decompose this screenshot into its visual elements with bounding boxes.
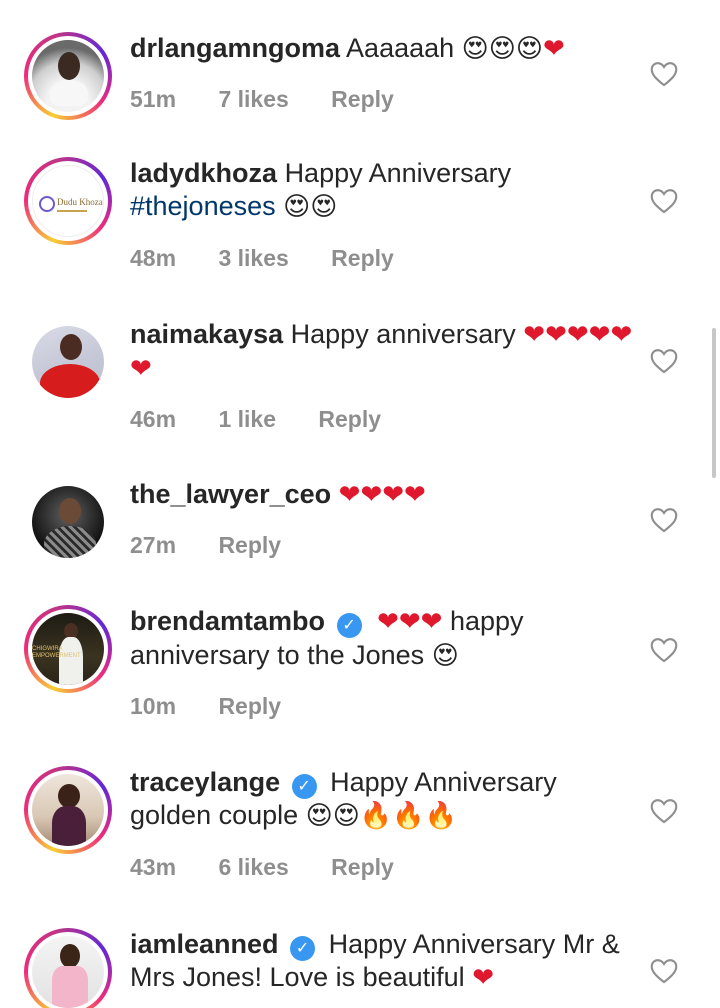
- emoji-sequence: 😍😍🔥🔥🔥: [305, 801, 458, 831]
- comment-username[interactable]: the_lawyer_ceo: [130, 479, 331, 509]
- emoji-sequence: 😍😍: [283, 192, 338, 222]
- emoji-sequence: ❤❤❤: [377, 607, 443, 637]
- comment-time: 27m: [130, 532, 177, 558]
- reply-button[interactable]: Reply: [331, 245, 394, 271]
- heart-outline-icon[interactable]: [650, 798, 678, 824]
- emoji-sequence: ❤: [472, 963, 494, 993]
- like-count[interactable]: 3 likes: [218, 245, 288, 271]
- comment-username[interactable]: iamleanned: [130, 929, 279, 959]
- avatar-logo-text: Dudu Khoza: [57, 197, 103, 207]
- heart-outline-icon[interactable]: [650, 637, 678, 663]
- heart-outline-icon[interactable]: [650, 61, 678, 87]
- comment-time: 43m: [130, 854, 177, 880]
- heart-outline-icon[interactable]: [650, 507, 678, 533]
- avatar-overlay-text: CHIGWIRA EMPOWERMENT: [32, 646, 81, 659]
- comment-text: traceylange ✓ Happy Anniversary golden c…: [130, 766, 640, 833]
- comment-body: Happy anniversary: [290, 319, 516, 349]
- comment-meta: 51m 7 likes Reply: [130, 86, 430, 113]
- reply-button[interactable]: Reply: [331, 86, 394, 112]
- reply-button[interactable]: Reply: [318, 406, 381, 432]
- reply-button[interactable]: Reply: [331, 854, 394, 880]
- avatar[interactable]: CHIGWIRA EMPOWERMENT: [24, 605, 112, 693]
- emoji-sequence: 😍😍😍❤: [461, 34, 565, 64]
- verified-badge-icon: ✓: [290, 936, 316, 961]
- like-count[interactable]: 6 likes: [218, 854, 288, 880]
- scrollbar[interactable]: [712, 328, 716, 478]
- comment-meta: 43m 6 likes Reply: [130, 854, 430, 881]
- comments-feed: drlangamngoma Aaaaaah 😍😍😍❤ 51m 7 likes R…: [0, 0, 720, 1008]
- comment-body: Aaaaaah: [346, 33, 455, 63]
- emoji-sequence-end: 😍: [431, 641, 459, 671]
- comment-username[interactable]: naimakaysa: [130, 319, 283, 349]
- hashtag-link[interactable]: #thejoneses: [130, 191, 276, 221]
- reply-button[interactable]: Reply: [218, 693, 281, 719]
- comment-body: Happy Anniversary: [284, 158, 512, 188]
- comment-time: 10m: [130, 693, 177, 719]
- comment-text: iamleanned ✓ Happy Anniversary Mr & Mrs …: [130, 928, 640, 995]
- avatar[interactable]: [24, 478, 112, 566]
- comment-text: drlangamngoma Aaaaaah 😍😍😍❤: [130, 32, 640, 66]
- comment-username[interactable]: traceylange: [130, 767, 280, 797]
- comment-meta: 27m Reply: [130, 532, 317, 559]
- reply-button[interactable]: Reply: [218, 532, 281, 558]
- like-count[interactable]: 1 like: [218, 406, 276, 432]
- avatar[interactable]: [24, 766, 112, 854]
- comment-time: 46m: [130, 406, 177, 432]
- comment-username[interactable]: drlangamngoma: [130, 33, 340, 63]
- comment-meta: 48m 3 likes Reply: [130, 245, 430, 272]
- like-count[interactable]: 7 likes: [218, 86, 288, 112]
- comment-meta: 46m 1 like Reply: [130, 406, 417, 433]
- verified-badge-icon: ✓: [336, 613, 362, 638]
- avatar[interactable]: [24, 318, 112, 406]
- comment-username[interactable]: ladydkhoza: [130, 158, 277, 188]
- avatar[interactable]: [24, 32, 112, 120]
- comment-text: brendamtambo ✓ ❤❤❤ happy anniversary to …: [130, 605, 640, 673]
- comment-meta: 10m Reply: [130, 693, 317, 720]
- comment-time: 51m: [130, 86, 177, 112]
- heart-outline-icon[interactable]: [650, 348, 678, 374]
- comment-text: ladydkhoza Happy Anniversary #thejoneses…: [130, 157, 640, 224]
- comment-text: naimakaysa Happy anniversary ❤❤❤❤❤❤: [130, 318, 640, 386]
- comment-text: the_lawyer_ceo ❤❤❤❤: [130, 478, 640, 512]
- heart-outline-icon[interactable]: [650, 958, 678, 984]
- verified-badge-icon: ✓: [291, 774, 317, 799]
- avatar[interactable]: [24, 928, 112, 1008]
- avatar[interactable]: Dudu Khoza: [24, 157, 112, 245]
- heart-outline-icon[interactable]: [650, 188, 678, 214]
- comment-username[interactable]: brendamtambo: [130, 606, 325, 636]
- comment-time: 48m: [130, 245, 177, 271]
- emoji-sequence: ❤❤❤❤: [338, 480, 426, 510]
